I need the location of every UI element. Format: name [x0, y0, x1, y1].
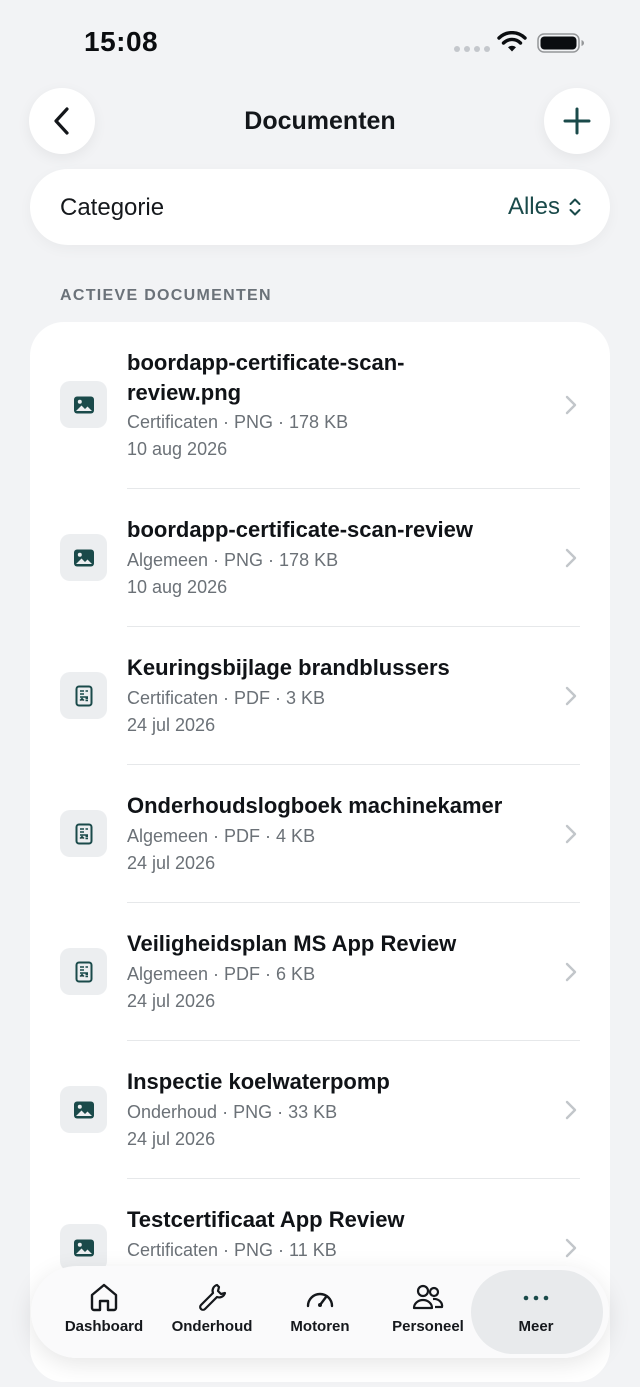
- plus-icon: [563, 107, 591, 135]
- section-heading: ACTIEVE DOCUMENTEN: [60, 287, 272, 304]
- wifi-icon: [497, 31, 527, 52]
- document-meta: Onderhoud · PNG · 33 KB: [127, 1102, 338, 1122]
- document-meta: Certificaten · PNG · 11 KB: [127, 1240, 337, 1260]
- documents-list: boordapp-certificate-scan-review.png Cer…: [30, 322, 610, 1382]
- tab-label: Meer: [518, 1318, 554, 1335]
- document-title: Inspectie koelwaterpomp: [127, 1069, 390, 1094]
- pdf-icon: [75, 685, 92, 706]
- tab-label: Personeel: [392, 1318, 464, 1335]
- document-date: 24 jul 2026: [127, 853, 216, 873]
- tab-dashboard[interactable]: Dashboard: [49, 1266, 159, 1358]
- list-item[interactable]: Inspectie koelwaterpomp Onderhoud · PNG …: [30, 1041, 610, 1178]
- tab-motoren[interactable]: Motoren: [265, 1266, 375, 1358]
- image-icon: [73, 396, 94, 413]
- tab-label: Onderhoud: [171, 1318, 253, 1335]
- signal-icon: [454, 46, 490, 52]
- pdf-icon: [75, 823, 92, 844]
- category-filter[interactable]: Categorie Alles: [30, 169, 610, 245]
- list-item[interactable]: Keuringsbijlage brandblussers Certificat…: [30, 627, 610, 764]
- tab-personeel[interactable]: Personeel: [373, 1266, 483, 1358]
- category-value: Alles: [507, 193, 560, 220]
- list-item[interactable]: boordapp-certificate-scan-review Algemee…: [30, 489, 610, 626]
- header: Documenten: [0, 88, 640, 156]
- image-icon: [73, 549, 94, 566]
- document-date: 10 aug 2026: [127, 439, 228, 459]
- battery-icon: [537, 33, 584, 53]
- document-title: Onderhoudslogboek machinekamer: [127, 793, 503, 818]
- chevron-right-icon: [565, 686, 577, 706]
- document-title: Testcertificaat App Review: [127, 1207, 405, 1232]
- document-date: 10 aug 2026: [127, 577, 228, 597]
- document-title: boordapp-certificate-scan-review.png: [127, 350, 405, 405]
- chevron-updown-icon: [569, 198, 581, 216]
- document-title: boordapp-certificate-scan-review: [127, 517, 473, 542]
- status-time: 15:08: [84, 26, 159, 57]
- gauge-icon: [306, 1292, 334, 1308]
- home-icon: [90, 1283, 118, 1312]
- tab-label: Dashboard: [64, 1318, 144, 1335]
- document-meta: Algemeen · PDF · 6 KB: [127, 964, 316, 984]
- chevron-right-icon: [565, 824, 577, 844]
- tab-bar: Dashboard Onderhoud Motoren Personeel Me…: [31, 1266, 609, 1358]
- people-icon: [412, 1284, 444, 1310]
- more-icon: [523, 1295, 549, 1301]
- document-date: 24 jul 2026: [127, 991, 216, 1011]
- status-bar: 15:08: [0, 0, 640, 88]
- document-date: 24 jul 2026: [127, 1129, 216, 1149]
- wrench-icon: [199, 1283, 227, 1311]
- chevron-right-icon: [565, 1238, 577, 1258]
- document-meta: Algemeen · PNG · 178 KB: [127, 550, 339, 570]
- pdf-icon: [75, 961, 92, 982]
- document-meta: Certificaten · PNG · 178 KB: [127, 412, 349, 432]
- chevron-right-icon: [565, 548, 577, 568]
- document-meta: Algemeen · PDF · 4 KB: [127, 826, 316, 846]
- document-title: Keuringsbijlage brandblussers: [127, 655, 450, 680]
- category-label: Categorie: [60, 194, 165, 221]
- add-document-button[interactable]: [544, 88, 610, 154]
- chevron-right-icon: [565, 962, 577, 982]
- document-title: Veiligheidsplan MS App Review: [127, 931, 457, 956]
- tab-meer[interactable]: Meer: [481, 1266, 591, 1358]
- tab-label: Motoren: [290, 1318, 350, 1335]
- chevron-right-icon: [565, 1100, 577, 1120]
- tab-onderhoud[interactable]: Onderhoud: [157, 1266, 267, 1358]
- category-select[interactable]: Alles: [508, 193, 582, 221]
- document-date: 24 jul 2026: [127, 715, 216, 735]
- image-icon: [73, 1239, 94, 1256]
- chevron-right-icon: [565, 395, 577, 415]
- document-meta: Certificaten · PDF · 3 KB: [127, 688, 326, 708]
- list-item[interactable]: Veiligheidsplan MS App Review Algemeen ·…: [30, 903, 610, 1040]
- list-item[interactable]: boordapp-certificate-scan-review.png Cer…: [30, 322, 610, 488]
- image-icon: [73, 1101, 94, 1118]
- list-item[interactable]: Onderhoudslogboek machinekamer Algemeen …: [30, 765, 610, 902]
